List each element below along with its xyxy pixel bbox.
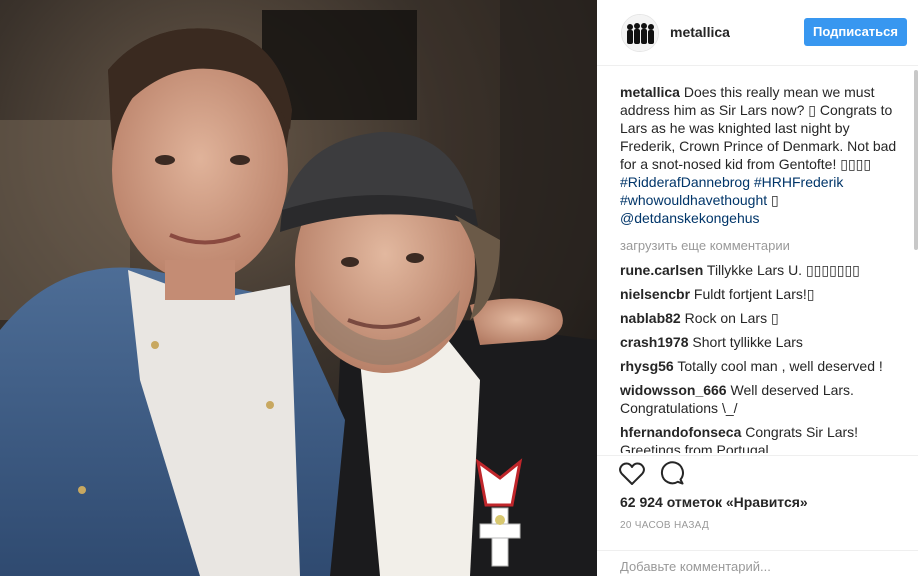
add-comment-bar [597,550,918,576]
band-avatar-icon [622,15,658,51]
post-timestamp[interactable]: 20 ЧАСОВ НАЗАД [620,520,709,531]
likes-count[interactable]: 62 924 отметок «Нравится» [620,494,808,510]
comment-item: widowsson_666 Well deserved Lars. Congra… [620,381,905,417]
hashtag-link[interactable]: #whowouldhavethought [620,192,767,208]
heart-icon[interactable] [619,462,645,486]
hashtag-link[interactable]: #RidderafDannebrog [620,174,750,190]
mention-link[interactable]: @detdanskekongehus [620,210,760,226]
follow-button[interactable]: Подписаться [804,18,907,46]
photo-illustration [0,0,597,576]
caption-username[interactable]: metallica [620,84,680,100]
comment-text: Short tyllikke Lars [692,334,803,350]
comment-username[interactable]: rune.carlsen [620,262,703,278]
comment-text: Fuldt fortjent Lars!▯ [693,286,815,302]
comment-username[interactable]: nielsencbr [620,286,690,302]
load-more-comments-link[interactable]: загрузить еще комментарии [620,237,905,255]
caption-flags: ▯▯▯▯ [840,156,872,172]
comment-item: rune.carlsen Tillykke Lars U. ▯▯▯▯▯▯▯ [620,261,905,279]
comment-username[interactable]: crash1978 [620,334,689,350]
comment-item: crash1978 Short tyllikke Lars [620,333,905,351]
comment-item: rhysg56 Totally cool man , well deserved… [620,357,905,375]
add-comment-input[interactable] [620,556,890,576]
comment-username[interactable]: widowsson_666 [620,382,727,398]
comments-scrollbar[interactable] [914,70,918,250]
comments-list: metallica Does this really mean we must … [620,83,905,453]
comment-text: Rock on Lars ▯ [684,310,779,326]
comment-icon[interactable] [660,461,684,485]
avatar[interactable] [621,14,659,52]
caption-emoji: ▯ [771,192,779,208]
comment-username[interactable]: hfernandofonseca [620,424,741,440]
post-photo[interactable] [0,0,597,576]
comment-username[interactable]: nablab82 [620,310,681,326]
post-sidebar: metallica Подписаться metallica Does thi… [597,0,918,576]
comment-item: nielsencbr Fuldt fortjent Lars!▯ [620,285,905,303]
post-actions: 62 924 отметок «Нравится» 20 ЧАСОВ НАЗАД [597,455,918,576]
post-header: metallica Подписаться [597,0,918,66]
comment-username[interactable]: rhysg56 [620,358,674,374]
comment-text: Tillykke Lars U. ▯▯▯▯▯▯▯ [706,262,860,278]
hashtag-link[interactable]: #HRHFrederik [754,174,843,190]
comment-item: nablab82 Rock on Lars ▯ [620,309,905,327]
comment-item: hfernandofonseca Congrats Sir Lars! Gree… [620,423,905,453]
post-caption: metallica Does this really mean we must … [620,83,905,227]
post-username[interactable]: metallica [670,24,730,40]
comment-text: Totally cool man , well deserved ! [677,358,883,374]
